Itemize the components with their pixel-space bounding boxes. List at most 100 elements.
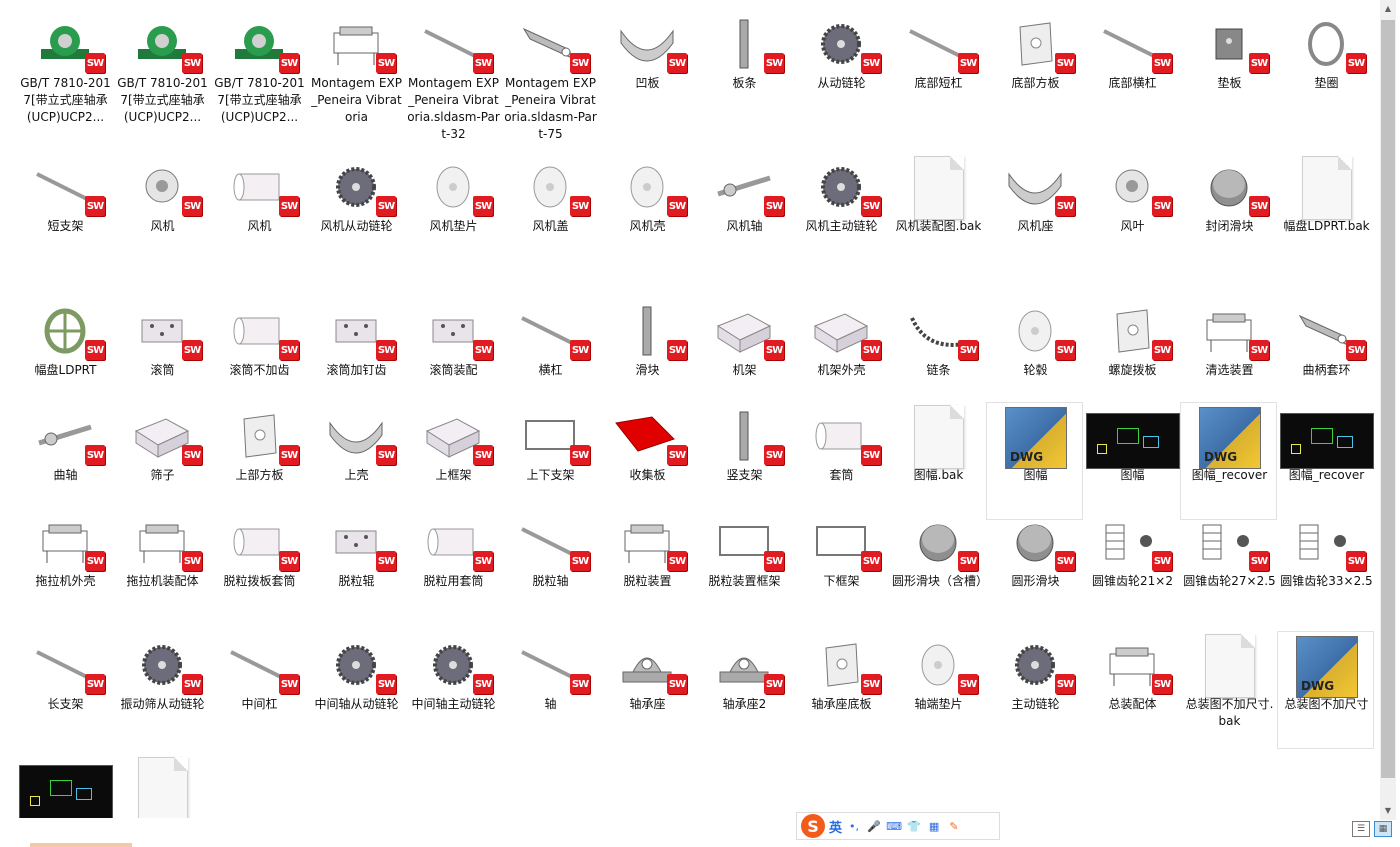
file-item[interactable]: SW 下框架 [792,508,889,626]
file-item[interactable]: SW 风机壳 [598,153,695,271]
file-item[interactable]: 图幅_recover [1277,402,1374,520]
file-item[interactable]: SW GB/T 7810-2017[带立式座轴承(UCP)UCP2... [113,10,210,128]
file-item[interactable]: SW 圆形滑块 [986,508,1083,626]
file-item[interactable]: 图幅 [1083,402,1180,520]
file-item[interactable]: SW 脱粒用套筒 [404,508,501,626]
file-item[interactable]: SW 上下支架 [501,402,598,520]
file-item[interactable]: SW 垫圈 [1277,10,1374,128]
keyboard-icon[interactable]: ⌨ [886,818,902,834]
file-item[interactable]: SW 中间轴主动链轮 [404,631,501,749]
file-item[interactable]: SW 中间轴从动链轮 [307,631,404,749]
settings-icon[interactable]: ✎ [946,818,962,834]
file-item[interactable]: SW 总装配体 [1083,631,1180,749]
file-item[interactable]: 总装图不加尺寸 [16,754,113,818]
file-item[interactable]: SW 脱粒装置 [598,508,695,626]
file-item[interactable]: SW 轴 [501,631,598,749]
file-item[interactable]: SW 短支架 [16,153,113,271]
file-item[interactable]: SW 竖支架 [695,402,792,520]
file-item[interactable]: SW 曲轴 [16,402,113,520]
file-item[interactable]: SW 脱粒辊 [307,508,404,626]
file-item[interactable]: DWG 图幅 [986,402,1083,520]
file-item[interactable]: SW 圆锥齿轮27×2.5 [1180,508,1277,626]
file-item[interactable]: 幅盘LDPRT.bak [1277,153,1374,271]
file-item[interactable]: SW 横杠 [501,297,598,415]
file-item[interactable]: SW 垫板 [1180,10,1277,128]
file-item[interactable]: SW Montagem EXP_Peneira Vibratoria [307,10,404,128]
file-item[interactable]: SW GB/T 7810-2017[带立式座轴承(UCP)UCP2... [210,10,307,128]
punctuation-icon[interactable]: •, [846,818,862,834]
file-item[interactable]: SW 风机从动链轮 [307,153,404,271]
file-item[interactable]: SW 轴端垫片 [889,631,986,749]
file-item[interactable]: SW 中间杠 [210,631,307,749]
file-item[interactable]: SW 封闭滑块 [1180,153,1277,271]
file-item[interactable]: SW 脱粒装置框架 [695,508,792,626]
file-item[interactable]: SW 主动链轮 [986,631,1083,749]
file-item[interactable]: SW 圆形滑块（含槽） [889,508,986,626]
ime-mode-toggle[interactable]: 英 [829,817,842,836]
scroll-down-arrow[interactable]: ▼ [1382,806,1394,815]
file-item[interactable]: SW 轮毂 [986,297,1083,415]
file-item[interactable]: SW Montagem EXP_Peneira Vibratoria.sldasm… [404,10,501,141]
file-item[interactable]: SW 滚筒加钉齿 [307,297,404,415]
file-item[interactable]: SW 机架外壳 [792,297,889,415]
file-item[interactable]: SW 滚筒装配 [404,297,501,415]
file-item[interactable]: SW 曲柄套环 [1277,297,1374,415]
file-item[interactable]: SW GB/T 7810-2017[带立式座轴承(UCP)UCP2... [16,10,113,128]
file-item[interactable]: SW 上框架 [404,402,501,520]
file-item[interactable]: SW 滚筒 [113,297,210,415]
file-item[interactable]: 总装图加尺寸 [113,754,210,818]
file-item[interactable]: 总装图不加尺寸.bak [1180,631,1277,749]
file-item[interactable]: SW 从动链轮 [792,10,889,128]
file-item[interactable]: SW 底部短杠 [889,10,986,128]
file-item[interactable]: SW 振动筛从动链轮 [113,631,210,749]
file-item[interactable]: SW 机架 [695,297,792,415]
file-item[interactable]: SW 拖拉机装配体 [113,508,210,626]
file-item[interactable]: SW 轴承座2 [695,631,792,749]
file-item[interactable]: SW 拖拉机外壳 [16,508,113,626]
file-item[interactable]: SW 上部方板 [210,402,307,520]
file-item[interactable]: DWG 图幅_recover [1180,402,1277,520]
file-item[interactable]: SW 套筒 [792,402,889,520]
file-item[interactable]: SW 收集板 [598,402,695,520]
file-item[interactable]: SW 链条 [889,297,986,415]
file-item[interactable]: SW 风机盖 [501,153,598,271]
file-item[interactable]: SW 清选装置 [1180,297,1277,415]
file-item[interactable]: SW 板条 [695,10,792,128]
large-icons-view-icon[interactable]: ▦ [1374,821,1392,837]
file-item[interactable]: SW 轴承座底板 [792,631,889,749]
scrollbar-thumb[interactable] [1381,20,1395,778]
file-item[interactable]: SW 长支架 [16,631,113,749]
file-item[interactable]: SW 风机主动链轮 [792,153,889,271]
file-item[interactable]: DWG 总装图不加尺寸 [1277,631,1374,749]
file-item[interactable]: SW 滑块 [598,297,695,415]
file-item[interactable]: SW 底部横杠 [1083,10,1180,128]
file-item[interactable]: 图幅.bak [889,402,986,520]
file-item[interactable]: SW 圆锥齿轮21×2 [1083,508,1180,626]
file-item[interactable]: SW 筛子 [113,402,210,520]
file-item[interactable]: SW 上壳 [307,402,404,520]
file-item[interactable]: SW 幅盘LDPRT [16,297,113,415]
file-item[interactable]: SW 螺旋拨板 [1083,297,1180,415]
file-item[interactable]: SW 圆锥齿轮33×2.5 [1277,508,1374,626]
file-item[interactable]: SW 风机 [113,153,210,271]
file-item[interactable]: SW 脱粒轴 [501,508,598,626]
file-item[interactable]: SW 风叶 [1083,153,1180,271]
file-item[interactable]: SW Montagem EXP_Peneira Vibratoria.sldasm… [501,10,598,141]
file-item[interactable]: SW 风机轴 [695,153,792,271]
file-item[interactable]: SW 风机 [210,153,307,271]
file-item[interactable]: SW 底部方板 [986,10,1083,128]
file-item[interactable]: 风机装配图.bak [889,153,986,271]
toolbox-icon[interactable]: ▦ [926,818,942,834]
skin-icon[interactable]: 👕 [906,818,922,834]
file-item[interactable]: SW 滚筒不加齿 [210,297,307,415]
file-item[interactable]: SW 脱粒拨板套筒 [210,508,307,626]
file-item[interactable]: SW 风机座 [986,153,1083,271]
file-item[interactable]: SW 风机垫片 [404,153,501,271]
file-item[interactable]: SW 凹板 [598,10,695,128]
scroll-up-arrow[interactable]: ▲ [1382,4,1394,13]
details-view-icon[interactable]: ☰ [1352,821,1370,837]
microphone-icon[interactable]: 🎤 [866,818,882,834]
sogou-logo-icon[interactable]: S [801,814,825,838]
file-item[interactable]: SW 轴承座 [598,631,695,749]
ime-toolbar[interactable]: S 英 •, 🎤 ⌨ 👕 ▦ ✎ [796,812,1000,840]
